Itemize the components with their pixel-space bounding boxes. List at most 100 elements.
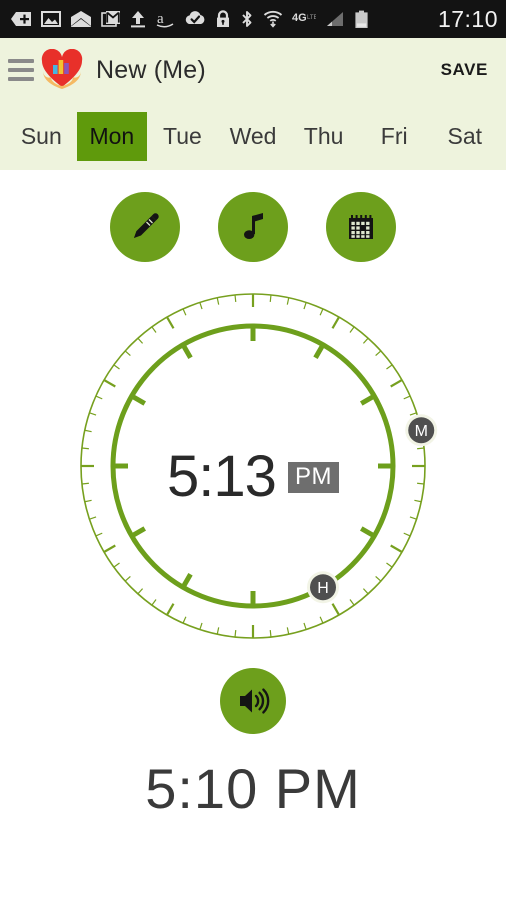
page-title: New (Me) [96, 55, 206, 84]
sound-button[interactable] [220, 668, 286, 734]
svg-text:4G: 4G [292, 12, 307, 24]
save-button[interactable]: SAVE [441, 60, 488, 80]
day-tab-wed[interactable]: Wed [218, 112, 289, 161]
minute-tick [414, 499, 422, 503]
minute-tick [103, 544, 116, 553]
photo-icon [41, 11, 61, 27]
minute-tick [403, 532, 411, 537]
wifi-icon [263, 10, 283, 28]
minute-tick [89, 412, 97, 416]
day-tab-bar: Sun Mon Tue Wed Thu Fri Sat [0, 102, 506, 170]
network-type-icon: 4G LTE [292, 12, 316, 24]
day-tab-tue[interactable]: Tue [147, 112, 218, 161]
minute-tick [124, 350, 131, 357]
day-tab-sat[interactable]: Sat [429, 112, 500, 161]
minute-tick [319, 616, 324, 624]
minute-tick [89, 516, 97, 520]
minute-tick [375, 350, 382, 357]
day-tab-sun[interactable]: Sun [6, 112, 77, 161]
minute-tick [182, 308, 187, 316]
minute-ring[interactable] [80, 293, 426, 639]
minute-tick [234, 294, 237, 302]
minute-tick [182, 616, 187, 624]
minute-tick [417, 447, 425, 450]
day-tab-fri[interactable]: Fri [359, 112, 430, 161]
minute-tick [390, 544, 403, 553]
upload-icon [131, 11, 145, 28]
minute-tick [303, 622, 307, 630]
minute-tick [349, 599, 355, 606]
minute-tick [137, 588, 144, 595]
edit-note-button[interactable] [110, 192, 180, 262]
minute-tick [403, 395, 411, 400]
status-bar-icons: a 4G LTE [10, 10, 429, 29]
minute-tick [375, 575, 382, 582]
signal-icon [327, 12, 343, 26]
hour-tick [180, 573, 193, 590]
hour-tick [360, 393, 377, 406]
minute-tick [113, 562, 120, 568]
svg-text:LTE: LTE [307, 15, 316, 21]
minute-tick [199, 302, 203, 310]
minute-tick [331, 603, 340, 616]
minute-tick-marks [81, 294, 425, 638]
hour-handle[interactable]: H [307, 571, 339, 604]
hamburger-menu-icon[interactable] [8, 55, 34, 85]
minute-tick [386, 562, 393, 568]
minute-tick [386, 364, 393, 370]
cloud-check-icon [185, 11, 205, 24]
minute-tick [390, 379, 403, 388]
hour-tick [129, 393, 146, 406]
minute-tick [95, 395, 103, 400]
minute-tick [113, 364, 120, 370]
minute-tick [319, 308, 324, 316]
minute-tick [84, 499, 92, 503]
svg-text:a: a [157, 11, 164, 27]
hour-tick [360, 526, 377, 539]
minute-tick [234, 630, 237, 638]
clock-dial[interactable]: MH [53, 266, 453, 666]
hour-ring[interactable] [110, 323, 396, 609]
minute-tick [151, 326, 157, 333]
ringtone-button[interactable] [218, 192, 288, 262]
minute-tick [409, 516, 417, 520]
minute-tick [269, 294, 272, 302]
minute-tick [81, 482, 89, 485]
time-picker-clock[interactable]: MH 5:13 PM [0, 266, 506, 666]
bluetooth-icon [242, 11, 252, 27]
minute-tick [81, 447, 89, 450]
minute-tick [409, 412, 417, 416]
envelope-icon [71, 11, 91, 27]
minute-tick [349, 326, 355, 333]
quick-actions-row [0, 192, 506, 262]
minute-tick [362, 588, 369, 595]
minute-tick [103, 379, 116, 388]
app-bar: New (Me) SAVE [0, 38, 506, 102]
status-bar-right: 17:10 [438, 6, 498, 33]
status-bar-clock: 17:10 [437, 5, 498, 32]
minute-handle[interactable]: M [405, 414, 438, 447]
minute-tick [137, 337, 144, 344]
hour-tick [129, 526, 146, 539]
minute-tick [84, 429, 92, 433]
status-bar: a 4G LTE 17:10 [0, 0, 506, 38]
speaker-volume-icon [240, 688, 270, 714]
minute-tick [124, 575, 131, 582]
amazon-icon: a [156, 11, 174, 28]
gmail-icon [101, 11, 120, 27]
handle-label: M [415, 423, 428, 440]
minute-tick [199, 622, 203, 630]
battery-icon [355, 10, 368, 28]
add-tag-icon [11, 12, 31, 26]
music-note-icon [244, 213, 263, 239]
minute-tick [216, 297, 220, 305]
calendar-button[interactable] [326, 192, 396, 262]
minute-tick [151, 599, 157, 606]
heart-hands-logo [41, 49, 83, 89]
minute-tick [216, 627, 220, 635]
minute-tick [286, 627, 290, 635]
day-tab-thu[interactable]: Thu [288, 112, 359, 161]
alarm-time-label: 5:10 PM [145, 757, 361, 820]
day-tab-mon[interactable]: Mon [76, 111, 148, 161]
calendar-icon [349, 215, 373, 239]
